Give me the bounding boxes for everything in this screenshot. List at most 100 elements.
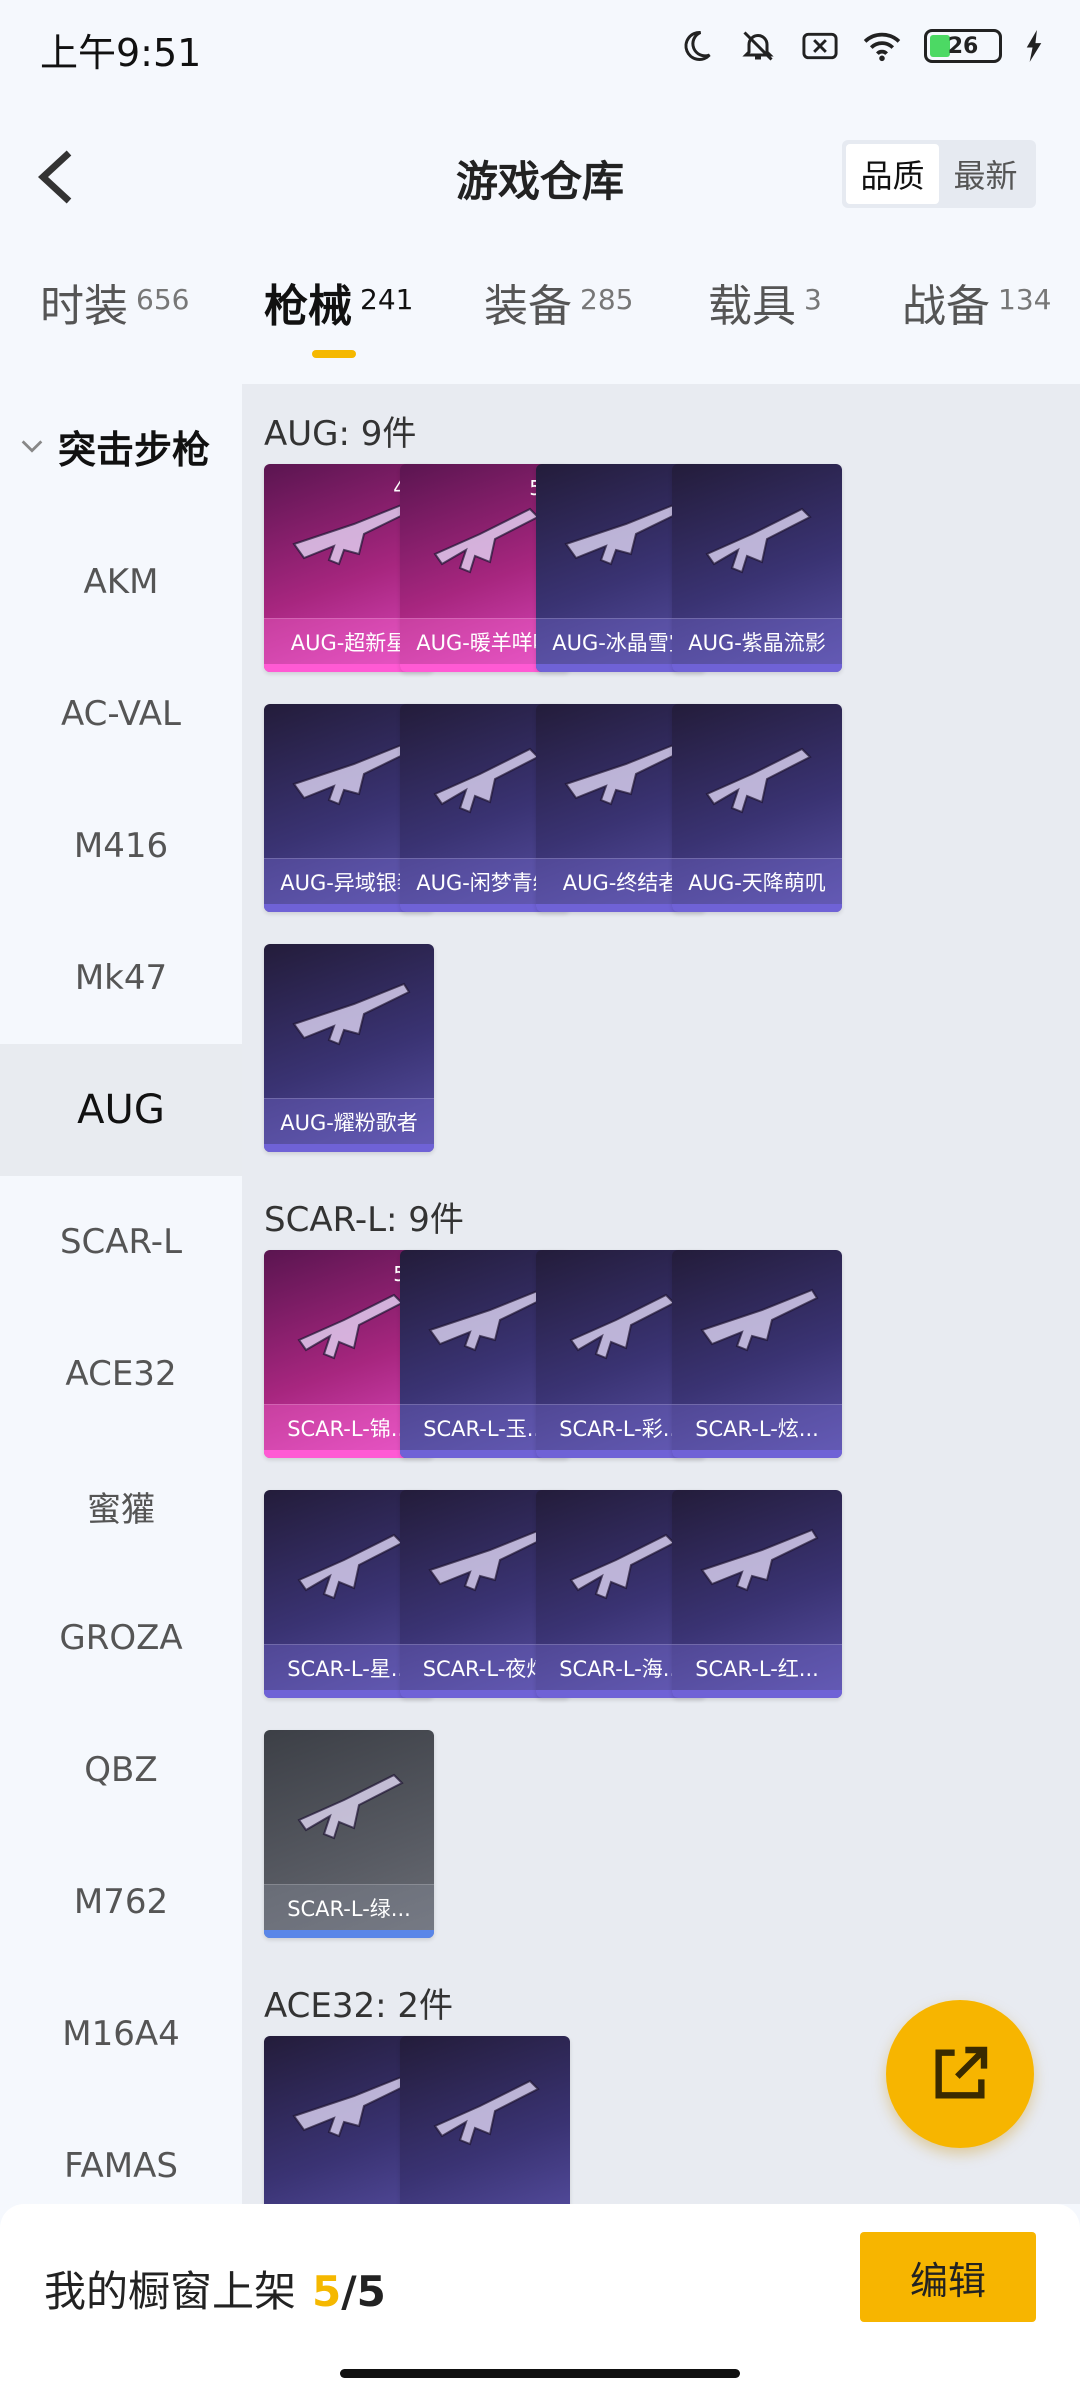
skin-name: SCAR-L-红... xyxy=(695,1656,819,1681)
sidebar-item-scar-l[interactable]: SCAR-L xyxy=(0,1176,242,1308)
tab-label: 装备 xyxy=(484,281,572,332)
section-title-aug: AUG: 9件 xyxy=(264,414,417,454)
battery-icon: 26 xyxy=(924,29,1002,63)
skin-card[interactable]: AUG-耀粉歌者 xyxy=(264,944,434,1152)
home-indicator[interactable] xyxy=(340,2369,740,2378)
sidebar-item-aug[interactable]: AUG xyxy=(0,1044,242,1176)
tab-supplies[interactable]: 战备 134 xyxy=(902,270,1051,334)
external-link-icon xyxy=(935,2046,988,2099)
chevron-down-icon xyxy=(21,440,43,453)
tab-label: 战备 xyxy=(902,281,990,332)
skin-name: AUG-超新星 xyxy=(290,630,408,655)
skin-card[interactable]: SCAR-L-红... xyxy=(672,1490,842,1698)
battery-level: 26 xyxy=(947,33,979,59)
showcase-bar: 我的橱窗上架 5 / 5 编辑 xyxy=(0,2204,1080,2400)
weapon-image xyxy=(428,1528,547,1592)
sidebar-group-assault-rifles[interactable]: 突击步枪 xyxy=(0,416,242,476)
weapon-image xyxy=(297,1773,404,1840)
category-tabs: 时装 656 枪械 241 装备 285 载具 3 战备 134 xyxy=(0,270,1080,370)
tab-firearms[interactable]: 枪械 241 xyxy=(264,270,413,334)
skin-name: AUG-紫晶流影 xyxy=(688,630,826,655)
skin-name: AUG-耀粉歌者 xyxy=(280,1110,418,1135)
tab-fashion[interactable]: 时装 656 xyxy=(40,270,189,334)
status-bar: 上午9:51 26 xyxy=(0,0,1080,96)
skin-name: AUG-异域银装 xyxy=(280,870,418,895)
skin-name: AUG-冰晶雪宝 xyxy=(552,630,690,655)
status-icons: 26 xyxy=(676,26,1044,66)
skin-card[interactable] xyxy=(400,2036,570,2204)
rarity-line xyxy=(672,1450,842,1458)
charging-icon xyxy=(1024,26,1044,66)
skin-card[interactable]: AUG-紫晶流影 xyxy=(672,464,842,672)
sidebar-item-m762[interactable]: M762 xyxy=(0,1836,242,1968)
tab-label: 枪械 xyxy=(264,281,352,332)
tab-vehicles[interactable]: 载具 3 xyxy=(708,270,822,334)
weapon-image xyxy=(705,747,812,814)
weapon-image xyxy=(433,747,540,814)
status-time: 上午9:51 xyxy=(40,31,202,75)
edit-button[interactable]: 编辑 xyxy=(860,2232,1036,2322)
share-button[interactable] xyxy=(886,2000,1034,2148)
active-tab-indicator xyxy=(312,350,356,358)
sidebar-group-label: 突击步枪 xyxy=(58,427,211,472)
skin-name: SCAR-L-玉... xyxy=(423,1416,547,1441)
skin-card[interactable]: AUG-天降萌叽 xyxy=(672,704,842,912)
weapon-image xyxy=(700,1288,819,1352)
tab-count: 241 xyxy=(360,283,414,316)
weapon-image xyxy=(297,1533,404,1600)
skin-name: SCAR-L-星... xyxy=(287,1656,411,1681)
showcase-separator: / xyxy=(341,2267,357,2316)
rarity-line xyxy=(264,1930,434,1938)
skin-name: AUG-天降萌叽 xyxy=(688,870,826,895)
skin-name: AUG-终结者 xyxy=(562,870,680,895)
skin-name: AUG-暖羊咩咩 xyxy=(416,630,554,655)
sidebar-item-qbz[interactable]: QBZ xyxy=(0,1704,242,1836)
sort-toggle: 品质 最新 xyxy=(842,140,1036,208)
section-title-scar-l: SCAR-L: 9件 xyxy=(264,1200,464,1240)
tab-count: 656 xyxy=(136,283,190,316)
bell-off-icon xyxy=(738,26,778,66)
showcase-label: 我的橱窗上架 xyxy=(44,2267,297,2316)
weapon-image xyxy=(292,742,411,806)
showcase-current-count: 5 xyxy=(312,2267,342,2316)
sidebar-item-ace32[interactable]: ACE32 xyxy=(0,1308,242,1440)
weapon-image xyxy=(564,502,683,566)
skin-card[interactable]: SCAR-L-绿... xyxy=(264,1730,434,1938)
weapon-image xyxy=(705,507,812,574)
weapon-image xyxy=(569,1293,676,1360)
weapon-image xyxy=(433,2079,540,2146)
tab-equipment[interactable]: 装备 285 xyxy=(484,270,633,334)
moon-icon xyxy=(676,26,716,66)
skin-name: SCAR-L-绿... xyxy=(287,1896,411,1921)
skin-label-bar: SCAR-L-绿... xyxy=(264,1884,434,1930)
weapon-skin-grid: AUG: 9件 SCAR-L: 9件 ACE32: 2件 4级AUG-超新星5级… xyxy=(242,384,1080,2204)
rarity-line xyxy=(672,664,842,672)
showcase-status: 我的橱窗上架 5 / 5 xyxy=(44,2258,386,2319)
skin-card[interactable]: SCAR-L-炫... xyxy=(672,1250,842,1458)
rarity-line xyxy=(264,1144,434,1152)
skin-name: SCAR-L-夜灯 xyxy=(422,1656,548,1681)
skin-name: SCAR-L-海... xyxy=(559,1656,683,1681)
sort-latest-button[interactable]: 最新 xyxy=(939,144,1032,204)
weapon-image xyxy=(292,982,411,1046)
sidebar-item-mk47[interactable]: Mk47 xyxy=(0,912,242,1044)
weapon-image xyxy=(564,742,683,806)
sidebar-item-groza[interactable]: GROZA xyxy=(0,1572,242,1704)
skin-label-bar: AUG-耀粉歌者 xyxy=(264,1098,434,1144)
sidebar-item-akm[interactable]: AKM xyxy=(0,516,242,648)
rarity-line xyxy=(672,1690,842,1698)
tab-label: 载具 xyxy=(708,281,796,332)
sidebar-item-honey-badger[interactable]: 蜜獾 xyxy=(0,1440,242,1572)
weapon-image xyxy=(700,1528,819,1592)
sidebar-item-m16a4[interactable]: M16A4 xyxy=(0,1968,242,2100)
skin-label-bar: SCAR-L-炫... xyxy=(672,1404,842,1450)
sidebar-item-ac-val[interactable]: AC-VAL xyxy=(0,648,242,780)
skin-label-bar: AUG-天降萌叽 xyxy=(672,858,842,904)
section-title-ace32: ACE32: 2件 xyxy=(264,1986,454,2026)
sidebar-item-m416[interactable]: M416 xyxy=(0,780,242,912)
skin-label-bar: SCAR-L-红... xyxy=(672,1644,842,1690)
skin-label-bar: AUG-紫晶流影 xyxy=(672,618,842,664)
weapon-image xyxy=(569,1533,676,1600)
sort-quality-button[interactable]: 品质 xyxy=(846,144,939,204)
tab-count: 3 xyxy=(804,283,822,316)
